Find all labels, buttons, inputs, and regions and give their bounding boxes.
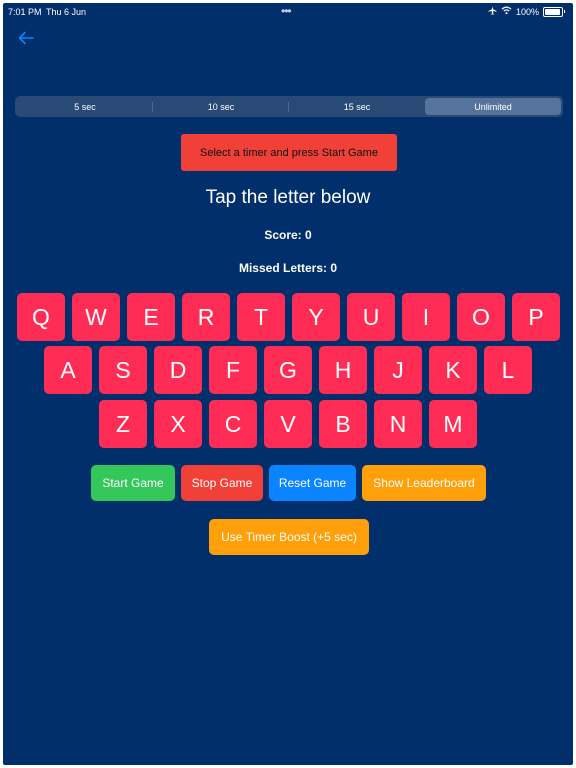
app-screen: 7:01 PM Thu 6 Jun ••• 100% 5 sec 10 sec …: [3, 3, 573, 765]
key-o[interactable]: O: [457, 293, 505, 341]
battery-percent: 100%: [515, 6, 539, 17]
status-date: Thu 6 Jun: [46, 7, 87, 17]
status-time: 7:01 PM: [8, 7, 42, 17]
segment-15-sec[interactable]: 15 sec: [289, 98, 425, 115]
key-j[interactable]: J: [374, 346, 422, 394]
stop-game-button[interactable]: Stop Game: [181, 465, 263, 501]
key-h[interactable]: H: [319, 346, 367, 394]
key-s[interactable]: S: [99, 346, 147, 394]
status-indicators: 100%: [488, 6, 565, 17]
score-label: Score: 0: [264, 228, 312, 242]
key-y[interactable]: Y: [292, 293, 340, 341]
left-arrow-icon: [18, 31, 34, 45]
key-g[interactable]: G: [264, 346, 312, 394]
missed-letters-label: Missed Letters: 0: [238, 261, 338, 275]
key-e[interactable]: E: [127, 293, 175, 341]
key-x[interactable]: X: [154, 400, 202, 448]
battery-icon: [543, 6, 563, 17]
keyboard-row-1: Q W E R T Y U I O P: [17, 293, 560, 341]
segment-5-sec[interactable]: 5 sec: [17, 98, 153, 115]
keyboard-row-3: Z X C V B N M: [99, 400, 477, 448]
key-z[interactable]: Z: [99, 400, 147, 448]
multitasking-dots-icon[interactable]: •••: [281, 4, 292, 18]
key-v[interactable]: V: [264, 400, 312, 448]
segment-10-sec[interactable]: 10 sec: [153, 98, 289, 115]
key-k[interactable]: K: [429, 346, 477, 394]
key-u[interactable]: U: [347, 293, 395, 341]
key-a[interactable]: A: [44, 346, 92, 394]
battery-tip: [564, 10, 565, 13]
back-button[interactable]: [15, 27, 37, 49]
key-w[interactable]: W: [72, 293, 120, 341]
keyboard-row-2: A S D F G H J K L: [44, 346, 532, 394]
key-t[interactable]: T: [237, 293, 285, 341]
airplane-icon: [488, 6, 497, 17]
key-m[interactable]: M: [429, 400, 477, 448]
reset-game-button[interactable]: Reset Game: [269, 465, 356, 501]
show-leaderboard-button[interactable]: Show Leaderboard: [362, 465, 486, 501]
key-r[interactable]: R: [182, 293, 230, 341]
timer-boost-button[interactable]: Use Timer Boost (+5 sec): [209, 519, 369, 555]
key-d[interactable]: D: [154, 346, 202, 394]
key-p[interactable]: P: [512, 293, 560, 341]
key-c[interactable]: C: [209, 400, 257, 448]
wifi-icon: [501, 6, 512, 17]
status-message-banner: Select a timer and press Start Game: [181, 134, 397, 171]
start-game-button[interactable]: Start Game: [91, 465, 175, 501]
status-bar: 7:01 PM Thu 6 Jun ••• 100%: [3, 3, 573, 21]
key-q[interactable]: Q: [17, 293, 65, 341]
segment-unlimited[interactable]: Unlimited: [425, 98, 561, 115]
key-n[interactable]: N: [374, 400, 422, 448]
timer-segmented-control: 5 sec 10 sec 15 sec Unlimited: [15, 96, 563, 117]
key-i[interactable]: I: [402, 293, 450, 341]
key-b[interactable]: B: [319, 400, 367, 448]
key-l[interactable]: L: [484, 346, 532, 394]
key-f[interactable]: F: [209, 346, 257, 394]
game-prompt: Tap the letter below: [205, 187, 371, 208]
